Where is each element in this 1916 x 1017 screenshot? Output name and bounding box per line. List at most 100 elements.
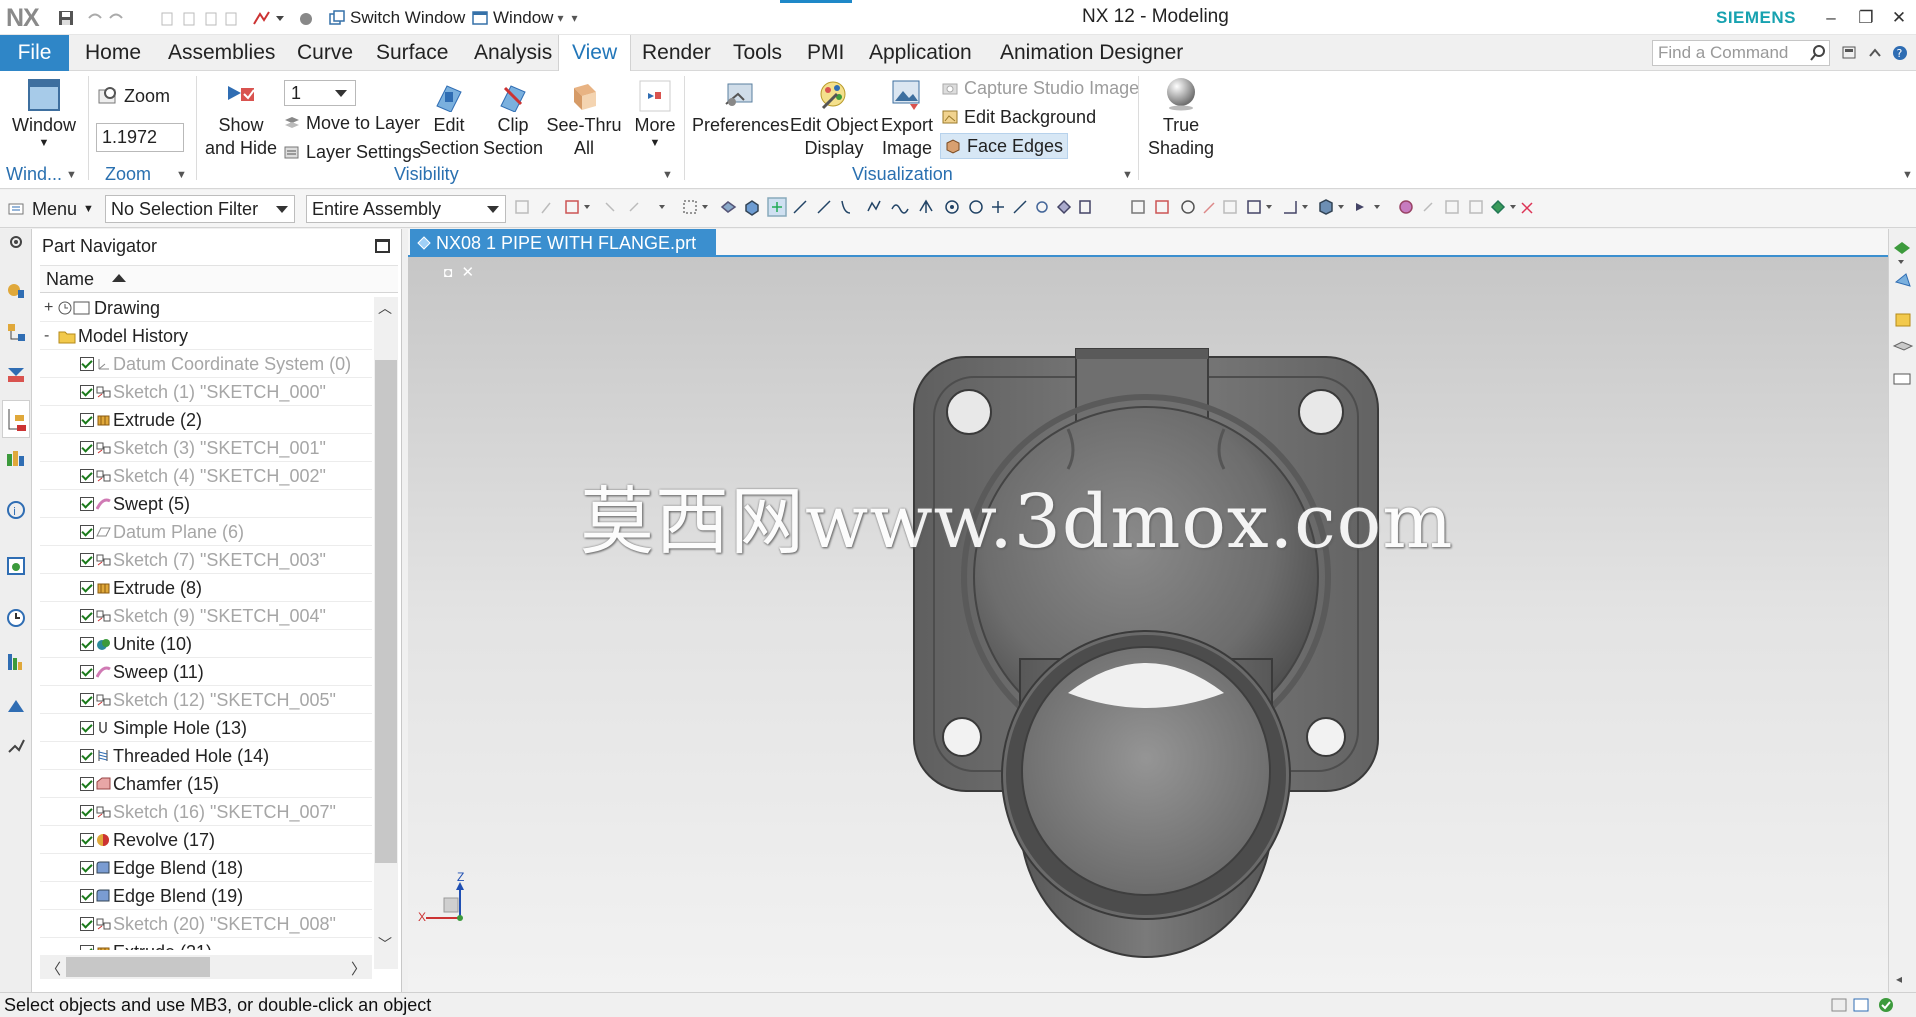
visualization-group-menu-icon[interactable]: ▼: [1122, 169, 1133, 181]
tab-analysis[interactable]: Analysis: [461, 35, 565, 71]
collapse-icon[interactable]: -: [44, 322, 49, 350]
clock-icon[interactable]: [6, 608, 26, 628]
scroll-left-icon[interactable]: 〈: [46, 958, 61, 979]
feature-row[interactable]: Unite (10): [40, 630, 372, 658]
checkbox-icon[interactable]: [80, 525, 94, 539]
export-image-button[interactable]: Export Image: [876, 78, 938, 160]
preferences-button[interactable]: Preferences: [692, 78, 789, 137]
checkbox-icon[interactable]: [80, 861, 94, 875]
checkbox-icon[interactable]: [80, 413, 94, 427]
feature-row[interactable]: Revolve (17): [40, 826, 372, 854]
zoom-group-menu-icon[interactable]: ▼: [176, 169, 187, 181]
checkbox-icon[interactable]: [80, 469, 94, 483]
customize-quick-access-icon[interactable]: ▾: [572, 11, 578, 25]
find-command-input[interactable]: Find a Command: [1652, 40, 1830, 66]
scroll-left-icon[interactable]: ◂: [1896, 972, 1902, 986]
edit-section-button[interactable]: Edit Section: [418, 80, 480, 160]
tab-pmi[interactable]: PMI: [794, 35, 857, 71]
feature-row[interactable]: Datum Coordinate System (0): [40, 350, 372, 378]
checkbox-icon[interactable]: [80, 609, 94, 623]
tab-curve[interactable]: Curve: [284, 35, 366, 71]
scroll-up-icon[interactable]: ︿: [378, 298, 392, 318]
tab-assemblies[interactable]: Assemblies: [155, 35, 288, 71]
feature-row[interactable]: Sketch (3) "SKETCH_001": [40, 434, 372, 462]
checkbox-icon[interactable]: [80, 553, 94, 567]
clip-section-button[interactable]: Clip Section: [482, 80, 544, 160]
feature-row[interactable]: Extrude (8): [40, 574, 372, 602]
tab-render[interactable]: Render: [629, 35, 724, 71]
switch-window-button[interactable]: Switch Window: [329, 6, 465, 30]
tab-tools[interactable]: Tools: [720, 35, 795, 71]
document-tab[interactable]: NX08 1 PIPE WITH FLANGE.prt ◘ ✕: [410, 229, 716, 281]
gear-icon[interactable]: [6, 232, 26, 252]
zoom-button[interactable]: Zoom: [98, 83, 170, 109]
vertical-scroll-thumb[interactable]: [375, 360, 397, 863]
see-thru-all-button[interactable]: See-Thru All: [544, 80, 624, 160]
checkbox-icon[interactable]: [80, 805, 94, 819]
close-button[interactable]: ✕: [1882, 5, 1916, 31]
face-edges-toggle[interactable]: Face Edges: [940, 133, 1069, 159]
layer-settings-button[interactable]: Layer Settings: [284, 139, 421, 165]
checkbox-icon[interactable]: [80, 693, 94, 707]
feature-row[interactable]: Sketch (16) "SKETCH_007": [40, 798, 372, 826]
role-icon[interactable]: i: [6, 500, 26, 520]
maximize-panel-icon[interactable]: [375, 239, 390, 253]
feature-row[interactable]: Sketch (1) "SKETCH_000": [40, 378, 372, 406]
system-materials-icon[interactable]: [6, 696, 26, 716]
history-icon[interactable]: [6, 448, 26, 468]
tab-view[interactable]: View: [558, 35, 632, 72]
scroll-right-icon[interactable]: 〉: [351, 958, 366, 979]
right-dock-icons[interactable]: [1892, 238, 1914, 423]
feature-row[interactable]: Sweep (11): [40, 658, 372, 686]
checkbox-icon[interactable]: [80, 497, 94, 511]
feature-row[interactable]: Simple Hole (13): [40, 714, 372, 742]
feature-row[interactable]: Edge Blend (19): [40, 882, 372, 910]
ribbon-collapse-icon[interactable]: ▼: [1902, 169, 1913, 181]
work-layer-select[interactable]: 1: [284, 80, 356, 106]
feature-row[interactable]: Sketch (7) "SKETCH_003": [40, 546, 372, 574]
checkbox-icon[interactable]: [80, 441, 94, 455]
tree-node-drawing[interactable]: + Drawing: [40, 294, 372, 322]
sort-ascending-icon[interactable]: [112, 274, 126, 282]
tab-animation-designer[interactable]: Animation Designer: [987, 35, 1196, 71]
checkbox-icon[interactable]: [80, 385, 94, 399]
horizontal-scroll-thumb[interactable]: [66, 957, 210, 977]
feature-row[interactable]: Chamfer (15): [40, 770, 372, 798]
feature-row[interactable]: Sketch (9) "SKETCH_004": [40, 602, 372, 630]
zoom-scale-input[interactable]: 1.1972: [96, 123, 184, 152]
visibility-group-menu-icon[interactable]: ▼: [662, 169, 673, 181]
edit-object-display-button[interactable]: Edit Object Display: [788, 78, 880, 160]
feature-row[interactable]: Swept (5): [40, 490, 372, 518]
save-icon[interactable]: [58, 6, 74, 30]
restore-button[interactable]: ❐: [1849, 5, 1883, 31]
checkbox-icon[interactable]: [80, 749, 94, 763]
feature-row[interactable]: Sketch (12) "SKETCH_005": [40, 686, 372, 714]
feature-row[interactable]: Threaded Hole (14): [40, 742, 372, 770]
palette-icon[interactable]: [6, 652, 26, 672]
checkbox-icon[interactable]: [80, 357, 94, 371]
tree-node-model-history[interactable]: - Model History: [40, 322, 372, 350]
window-button[interactable]: Window ▼: [8, 78, 80, 149]
minimize-button[interactable]: –: [1814, 5, 1848, 31]
feature-row[interactable]: Sketch (4) "SKETCH_002": [40, 462, 372, 490]
move-to-layer-button[interactable]: Move to Layer: [284, 110, 420, 136]
process-studio-icon[interactable]: [6, 736, 26, 756]
file-tab[interactable]: File: [0, 35, 69, 71]
scroll-down-icon[interactable]: ﹀: [378, 934, 392, 954]
checkbox-icon[interactable]: [80, 833, 94, 847]
feature-row[interactable]: Edge Blend (18): [40, 854, 372, 882]
search-icon[interactable]: [1809, 44, 1827, 67]
checkbox-icon[interactable]: [80, 581, 94, 595]
true-shading-button[interactable]: True Shading: [1144, 76, 1218, 160]
checkbox-icon[interactable]: [80, 637, 94, 651]
undo-icon[interactable]: [86, 6, 126, 30]
selection-filter-select[interactable]: No Selection Filter: [105, 195, 295, 223]
selection-scope-select[interactable]: Entire Assembly: [306, 195, 506, 223]
assembly-navigator-icon[interactable]: [6, 280, 26, 300]
checkbox-icon[interactable]: [80, 889, 94, 903]
reuse-library-icon[interactable]: [6, 364, 26, 384]
feature-row[interactable]: Sketch (20) "SKETCH_008": [40, 910, 372, 938]
pipe-with-flange-model[interactable]: [408, 259, 1888, 992]
expand-icon[interactable]: +: [44, 294, 53, 322]
tab-surface[interactable]: Surface: [363, 35, 461, 71]
